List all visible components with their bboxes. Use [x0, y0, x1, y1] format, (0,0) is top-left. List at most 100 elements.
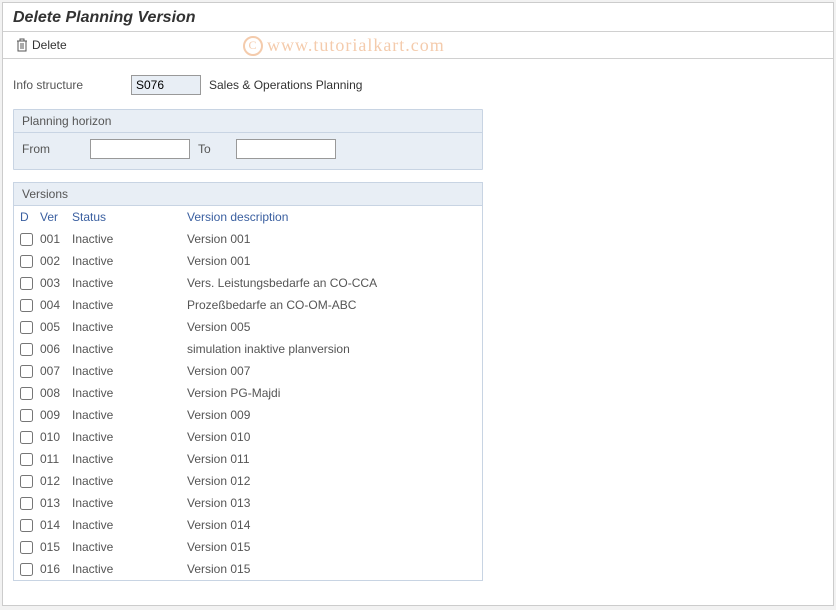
- row-desc: simulation inaktive planversion: [187, 342, 476, 356]
- versions-title: Versions: [14, 183, 482, 206]
- row-checkbox[interactable]: [20, 519, 33, 532]
- row-status: Inactive: [72, 540, 187, 554]
- row-desc: Version 015: [187, 562, 476, 576]
- row-status: Inactive: [72, 430, 187, 444]
- row-checkbox[interactable]: [20, 321, 33, 334]
- table-row: 003InactiveVers. Leistungsbedarfe an CO-…: [14, 272, 482, 294]
- from-label: From: [22, 142, 82, 156]
- row-ver: 015: [40, 540, 72, 554]
- info-structure-row: Info structure Sales & Operations Planni…: [13, 75, 823, 95]
- row-checkbox[interactable]: [20, 299, 33, 312]
- planning-horizon-group: Planning horizon From To: [13, 109, 483, 170]
- delete-label: Delete: [32, 38, 67, 52]
- row-checkbox[interactable]: [20, 343, 33, 356]
- row-ver: 014: [40, 518, 72, 532]
- table-row: 010InactiveVersion 010: [14, 426, 482, 448]
- versions-header: D Ver Status Version description: [14, 206, 482, 228]
- table-row: 008InactiveVersion PG-Majdi: [14, 382, 482, 404]
- row-checkbox[interactable]: [20, 365, 33, 378]
- row-desc: Version 013: [187, 496, 476, 510]
- planning-horizon-title: Planning horizon: [14, 110, 482, 133]
- row-status: Inactive: [72, 408, 187, 422]
- row-checkbox[interactable]: [20, 277, 33, 290]
- row-desc: Version 012: [187, 474, 476, 488]
- row-status: Inactive: [72, 496, 187, 510]
- table-row: 002InactiveVersion 001: [14, 250, 482, 272]
- versions-table: D Ver Status Version description 001Inac…: [14, 206, 482, 580]
- col-header-status: Status: [72, 210, 187, 224]
- table-row: 011InactiveVersion 011: [14, 448, 482, 470]
- row-status: Inactive: [72, 276, 187, 290]
- row-ver: 006: [40, 342, 72, 356]
- row-ver: 001: [40, 232, 72, 246]
- row-status: Inactive: [72, 320, 187, 334]
- col-header-ver: Ver: [40, 210, 72, 224]
- table-row: 001InactiveVersion 001: [14, 228, 482, 250]
- row-checkbox[interactable]: [20, 255, 33, 268]
- row-desc: Version 010: [187, 430, 476, 444]
- row-checkbox[interactable]: [20, 541, 33, 554]
- row-ver: 008: [40, 386, 72, 400]
- row-desc: Version 007: [187, 364, 476, 378]
- row-status: Inactive: [72, 562, 187, 576]
- row-status: Inactive: [72, 474, 187, 488]
- row-desc: Version 014: [187, 518, 476, 532]
- row-desc: Version 015: [187, 540, 476, 554]
- row-checkbox[interactable]: [20, 431, 33, 444]
- table-row: 012InactiveVersion 012: [14, 470, 482, 492]
- row-status: Inactive: [72, 386, 187, 400]
- row-ver: 004: [40, 298, 72, 312]
- row-ver: 010: [40, 430, 72, 444]
- table-row: 004InactiveProzeßbedarfe an CO-OM-ABC: [14, 294, 482, 316]
- row-checkbox[interactable]: [20, 409, 33, 422]
- row-desc: Prozeßbedarfe an CO-OM-ABC: [187, 298, 476, 312]
- row-desc: Version PG-Majdi: [187, 386, 476, 400]
- table-row: 013InactiveVersion 013: [14, 492, 482, 514]
- table-row: 006Inactivesimulation inaktive planversi…: [14, 338, 482, 360]
- row-desc: Version 011: [187, 452, 476, 466]
- delete-button[interactable]: Delete: [11, 35, 76, 55]
- row-ver: 005: [40, 320, 72, 334]
- row-ver: 013: [40, 496, 72, 510]
- table-row: 005InactiveVersion 005: [14, 316, 482, 338]
- row-status: Inactive: [72, 232, 187, 246]
- row-desc: Version 001: [187, 232, 476, 246]
- info-structure-input[interactable]: [131, 75, 201, 95]
- row-ver: 009: [40, 408, 72, 422]
- row-status: Inactive: [72, 342, 187, 356]
- row-status: Inactive: [72, 452, 187, 466]
- page-title: Delete Planning Version: [13, 9, 823, 27]
- row-checkbox[interactable]: [20, 453, 33, 466]
- to-label: To: [198, 142, 228, 156]
- main-body: Info structure Sales & Operations Planni…: [3, 59, 833, 589]
- title-bar: Delete Planning Version: [3, 3, 833, 31]
- from-input[interactable]: [90, 139, 190, 159]
- row-checkbox[interactable]: [20, 233, 33, 246]
- row-desc: Version 009: [187, 408, 476, 422]
- table-row: 015InactiveVersion 015: [14, 536, 482, 558]
- row-desc: Version 005: [187, 320, 476, 334]
- row-status: Inactive: [72, 298, 187, 312]
- row-ver: 016: [40, 562, 72, 576]
- row-desc: Version 001: [187, 254, 476, 268]
- row-status: Inactive: [72, 364, 187, 378]
- trash-icon: [16, 38, 28, 52]
- toolbar: Delete: [3, 32, 833, 58]
- table-row: 014InactiveVersion 014: [14, 514, 482, 536]
- row-ver: 002: [40, 254, 72, 268]
- table-row: 007InactiveVersion 007: [14, 360, 482, 382]
- row-checkbox[interactable]: [20, 497, 33, 510]
- row-checkbox[interactable]: [20, 387, 33, 400]
- info-structure-desc: Sales & Operations Planning: [209, 78, 362, 92]
- table-row: 009InactiveVersion 009: [14, 404, 482, 426]
- row-ver: 011: [40, 452, 72, 466]
- row-checkbox[interactable]: [20, 563, 33, 576]
- col-header-desc: Version description: [187, 210, 476, 224]
- row-status: Inactive: [72, 518, 187, 532]
- row-checkbox[interactable]: [20, 475, 33, 488]
- to-input[interactable]: [236, 139, 336, 159]
- info-structure-label: Info structure: [13, 78, 123, 92]
- row-desc: Vers. Leistungsbedarfe an CO-CCA: [187, 276, 476, 290]
- row-ver: 012: [40, 474, 72, 488]
- row-ver: 003: [40, 276, 72, 290]
